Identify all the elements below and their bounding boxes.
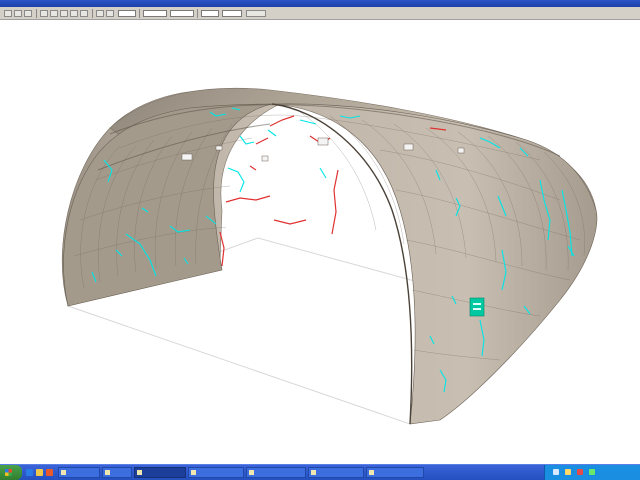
ie-icon[interactable] bbox=[26, 469, 33, 476]
toolbar-field-3[interactable] bbox=[170, 10, 194, 17]
system-tray bbox=[544, 465, 640, 480]
inspection-marker[interactable] bbox=[469, 297, 485, 317]
taskbar-task-5[interactable] bbox=[246, 467, 306, 478]
toolbar-button-10[interactable] bbox=[106, 10, 114, 17]
toolbar-field-4[interactable] bbox=[201, 10, 219, 17]
3d-viewport[interactable] bbox=[0, 20, 640, 464]
toolbar-button-7[interactable] bbox=[70, 10, 78, 17]
toolbar-separator bbox=[92, 9, 93, 18]
folder-icon[interactable] bbox=[36, 469, 43, 476]
task-app-icon bbox=[311, 470, 316, 475]
toolbar-button-9[interactable] bbox=[96, 10, 104, 17]
clock-icon[interactable] bbox=[609, 469, 633, 475]
taskbar-task-6[interactable] bbox=[308, 467, 364, 478]
taskbar-task-3[interactable] bbox=[134, 467, 186, 478]
media-icon[interactable] bbox=[46, 469, 53, 476]
security-icon[interactable] bbox=[577, 469, 583, 475]
taskbar bbox=[0, 464, 640, 480]
task-app-icon bbox=[61, 470, 66, 475]
toolbar-field-2[interactable] bbox=[143, 10, 167, 17]
taskbar-task-2[interactable] bbox=[102, 467, 132, 478]
task-app-icon bbox=[369, 470, 374, 475]
taskbar-task-1[interactable] bbox=[58, 467, 100, 478]
update-icon[interactable] bbox=[589, 469, 595, 475]
network-icon[interactable] bbox=[553, 469, 559, 475]
toolbar-field-1[interactable] bbox=[118, 10, 136, 17]
toolbar-button-1[interactable] bbox=[4, 10, 12, 17]
toolbar-separator bbox=[197, 9, 198, 18]
task-app-icon bbox=[249, 470, 254, 475]
toolbar-field-5[interactable] bbox=[222, 10, 242, 17]
taskbar-task-4[interactable] bbox=[188, 467, 244, 478]
task-app-icon bbox=[105, 470, 110, 475]
toolbar-button-11[interactable] bbox=[246, 10, 266, 17]
windows-logo-icon bbox=[5, 469, 12, 476]
toolbar-button-3[interactable] bbox=[24, 10, 32, 17]
title-bar[interactable] bbox=[0, 0, 640, 7]
toolbar-button-5[interactable] bbox=[50, 10, 58, 17]
toolbar-separator bbox=[139, 9, 140, 18]
task-app-icon bbox=[137, 470, 142, 475]
toolbar bbox=[0, 7, 640, 20]
toolbar-button-4[interactable] bbox=[40, 10, 48, 17]
toolbar-separator bbox=[36, 9, 37, 18]
task-app-icon bbox=[191, 470, 196, 475]
start-button[interactable] bbox=[0, 465, 22, 480]
toolbar-button-6[interactable] bbox=[60, 10, 68, 17]
taskbar-task-7[interactable] bbox=[366, 467, 424, 478]
toolbar-button-8[interactable] bbox=[80, 10, 88, 17]
toolbar-button-2[interactable] bbox=[14, 10, 22, 17]
volume-icon[interactable] bbox=[565, 469, 571, 475]
application-window bbox=[0, 0, 640, 480]
tunnel-model-render[interactable] bbox=[0, 20, 640, 464]
